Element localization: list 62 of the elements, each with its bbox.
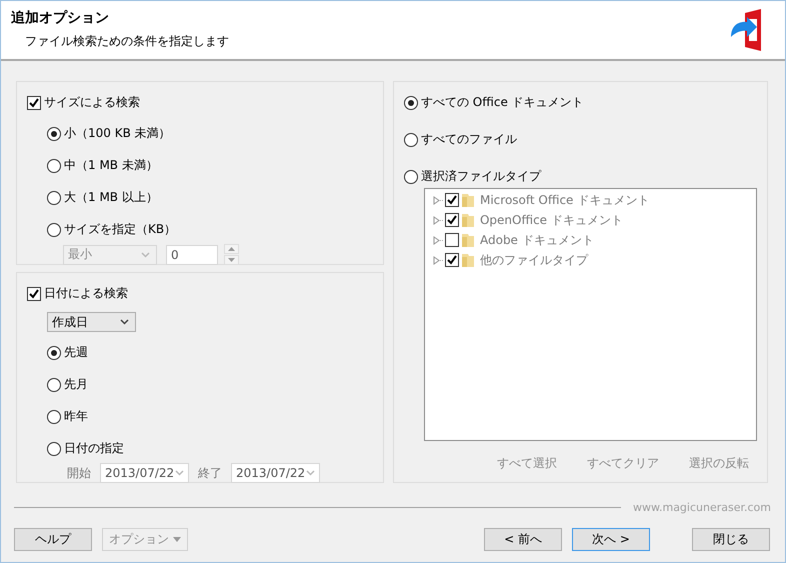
radio-button[interactable] [47,222,61,236]
start-label: 開始 [67,464,91,482]
folder-icon [460,212,475,228]
tree-action-link[interactable]: すべて選択 [497,455,557,472]
radio-button[interactable] [404,96,418,110]
radio-button[interactable] [404,170,418,184]
dialog-button[interactable]: < 前へ [484,528,562,551]
website-url: www.magicuneraser.com [633,501,771,514]
spin-down-button[interactable] [224,255,239,265]
spin-up-button[interactable] [224,244,239,254]
option-label: すべての Office ドキュメント [420,94,584,111]
option-label: 日付による検索 [44,285,128,302]
expand-icon[interactable] [432,216,443,224]
chevron-down-icon [141,252,150,258]
option-label: 先週 [64,344,88,361]
dialog-title: 追加オプション [11,9,110,27]
chevron-down-icon [120,319,129,325]
option-label: サイズによる検索 [44,94,140,111]
dialog-button[interactable]: 次へ > [572,528,650,551]
dialog-subtitle: ファイル検索ための条件を指定します [24,33,229,50]
start-date-field[interactable]: 2013/07/22 [100,463,189,483]
option-label: 中（1 MB 未満） [64,157,158,174]
checkbox[interactable] [27,96,41,110]
radio-button[interactable] [47,158,61,172]
option-label: すべてのファイル [420,131,517,148]
caret-icon [173,537,181,542]
dialog-button[interactable]: 閉じる [692,528,770,551]
option-label: 選択済ファイルタイプ [420,168,541,185]
expand-icon[interactable] [432,196,443,204]
triangle-up-icon [228,247,235,251]
triangle-down-icon [228,258,235,262]
checkbox[interactable] [444,253,459,267]
expand-icon[interactable] [432,236,443,244]
option-label: 小（100 KB 未満） [64,125,171,142]
option-label: 日付の指定 [64,440,124,457]
radio-button[interactable] [47,346,61,360]
radio-button[interactable] [47,378,61,392]
dialog-button[interactable]: ヘルプ [14,528,92,551]
expand-icon[interactable] [432,256,443,264]
chevron-down-icon [306,470,315,476]
checkbox[interactable] [444,193,459,207]
checkbox[interactable] [444,213,459,227]
radio-button[interactable] [47,126,61,140]
radio-button[interactable] [47,442,61,456]
tree-action-link[interactable]: すべてクリア [587,455,659,472]
option-label: 先月 [64,376,88,393]
radio-button[interactable] [47,410,61,424]
date-type-select[interactable]: 作成日 [47,312,136,332]
option-label: 大（1 MB 以上） [64,189,158,206]
radio-button[interactable] [404,132,418,146]
radio-button[interactable] [47,190,61,204]
checkbox[interactable] [27,286,41,300]
folder-icon [460,252,475,268]
end-label: 終了 [198,464,222,482]
tree-action-link[interactable]: 選択の反転 [689,455,749,472]
folder-icon [460,192,475,208]
checkbox[interactable] [444,233,459,247]
end-date-field[interactable]: 2013/07/22 [231,463,320,483]
folder-icon [460,232,475,248]
option-label: 昨年 [64,408,88,425]
chevron-down-icon [175,470,184,476]
option-label: サイズを指定（KB） [64,221,176,238]
